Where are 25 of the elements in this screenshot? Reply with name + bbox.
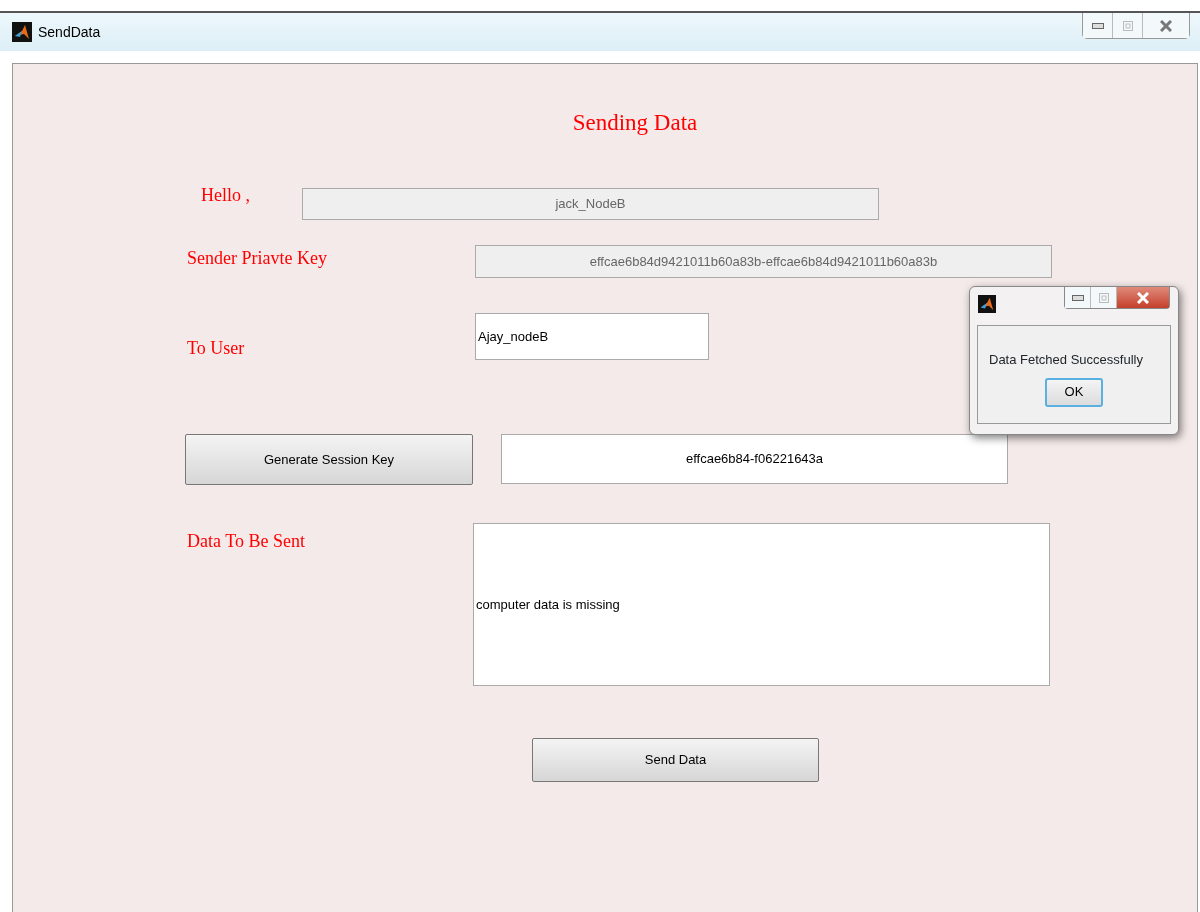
- close-icon: [1137, 291, 1149, 304]
- minimize-button[interactable]: [1065, 287, 1091, 308]
- minimize-icon: [1091, 22, 1104, 29]
- field-label: Sender Priavte Key: [187, 247, 328, 270]
- close-button[interactable]: [1143, 13, 1189, 38]
- field-label: To User: [187, 337, 246, 360]
- window-title: SendData: [38, 22, 101, 42]
- maximize-icon: [1122, 20, 1133, 31]
- dialog-message: Data Fetched Successfully: [989, 351, 1143, 369]
- maximize-icon: [1098, 292, 1109, 303]
- generate-button[interactable]: Generate Session Key: [185, 434, 473, 485]
- app-logo-icon: [12, 22, 32, 42]
- send-button[interactable]: Send Data: [532, 738, 819, 782]
- field-label: Data To Be Sent: [187, 530, 306, 553]
- close-icon: [1160, 19, 1172, 32]
- app-logo-icon: [978, 295, 996, 313]
- field-label: Hello ,: [201, 184, 251, 207]
- heading: Sending Data: [571, 109, 699, 137]
- minimize-icon: [1071, 294, 1084, 301]
- ok-button[interactable]: OK: [1045, 377, 1103, 407]
- text-area[interactable]: computer data is missing: [473, 523, 1050, 686]
- text-field[interactable]: Ajay_nodeB: [475, 313, 709, 360]
- close-button[interactable]: [1117, 287, 1169, 308]
- text-field[interactable]: effcae6b84-f06221643a: [501, 434, 1008, 484]
- minimize-button[interactable]: [1083, 13, 1113, 38]
